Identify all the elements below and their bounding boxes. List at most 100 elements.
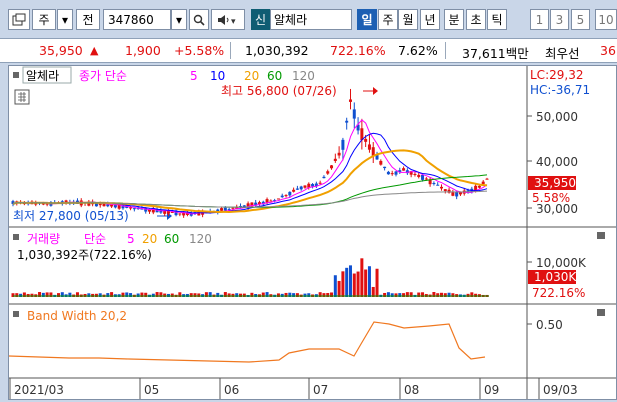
volume-bar: [341, 271, 345, 297]
candle-body: [421, 174, 425, 180]
stock-name-field[interactable]: 알체라: [270, 9, 352, 30]
panel-close-icon[interactable]: [597, 232, 605, 239]
volume-bar: [91, 293, 95, 297]
x-axis-label: 08: [404, 383, 419, 397]
x-axis-label: 05: [144, 383, 159, 397]
market-select[interactable]: 주: [32, 9, 56, 30]
volume-value-line: 1,030,392주(722.16%): [17, 248, 152, 262]
ma-legend-item: 10: [210, 69, 225, 83]
code-value: 347860: [108, 12, 154, 27]
ma-legend-item: 120: [292, 69, 315, 83]
candle-body: [379, 160, 383, 165]
volume-value: 1,030,392: [245, 43, 309, 58]
candle-body: [481, 181, 485, 184]
last-label: 최우선: [545, 46, 580, 61]
interval-button[interactable]: 1: [530, 9, 549, 30]
panel-handle-icon[interactable]: [13, 311, 19, 317]
volume-bar: [466, 293, 470, 297]
panel-close-icon[interactable]: [597, 309, 605, 316]
low-label: 최저 27,800 (05/13): [13, 209, 129, 223]
candle-body: [303, 185, 307, 188]
svg-text:▾: ▾: [231, 17, 236, 26]
x-axis-label: 2021/03: [14, 383, 64, 397]
lc-label: LC:29,32: [530, 68, 583, 82]
period-label: 전: [82, 13, 94, 27]
timeframe-button[interactable]: 일: [357, 9, 377, 30]
timeframe-button[interactable]: 초: [466, 9, 486, 30]
candle-body: [318, 182, 322, 184]
candle-body: [383, 166, 387, 169]
divider: [445, 42, 446, 59]
search-icon[interactable]: [189, 9, 209, 30]
timeframe-button[interactable]: 분: [444, 9, 464, 30]
quote-bar: 35,950 ▲ 1,900 +5.58% 1,030,392 722.16% …: [0, 38, 617, 63]
candle-body: [390, 173, 394, 175]
volume-bar: [356, 271, 360, 297]
last-volume-pct: 722.16%: [532, 286, 585, 300]
volume-legend-name: 거래량: [27, 232, 60, 246]
interval-button[interactable]: 5: [571, 9, 590, 30]
x-axis-label: 07: [313, 383, 328, 397]
last-value: 36: [600, 43, 616, 58]
x-axis-label: 09/03: [543, 383, 578, 397]
candle-body: [348, 99, 352, 102]
volume-ma-legend-item: 60: [164, 232, 179, 246]
volume-bar: [19, 293, 23, 297]
legend-ma-prefix: 종가 단순: [79, 69, 127, 83]
period-select[interactable]: 전: [76, 9, 100, 30]
market-dropdown-icon[interactable]: ▾: [57, 9, 73, 30]
candle-body: [231, 207, 235, 209]
timeframe-button[interactable]: 년: [420, 9, 440, 30]
candle-body: [295, 188, 299, 190]
volume-bar: [30, 293, 34, 297]
volume-bar: [375, 268, 379, 297]
volume-bar: [364, 269, 368, 297]
candle-body: [394, 171, 398, 175]
high-label: 최고 56,800 (07/26): [221, 84, 337, 98]
stock-name: 알체라: [274, 13, 308, 27]
candle-body: [132, 208, 136, 210]
candle-body: [402, 168, 406, 171]
candle-body: [364, 138, 368, 142]
candle-body: [432, 183, 436, 185]
code-dropdown-icon[interactable]: ▾: [171, 9, 187, 30]
candle-body: [352, 109, 356, 119]
code-input[interactable]: 347860: [103, 9, 171, 30]
divider: [230, 42, 231, 59]
candle-body: [436, 184, 440, 186]
candle-body: [292, 189, 296, 192]
candle-body: [477, 185, 481, 188]
volume-bar: [26, 293, 30, 297]
change-percent: +5.58%: [174, 43, 225, 58]
ma-legend-item: 20: [244, 69, 259, 83]
chart-type-icon[interactable]: [8, 9, 30, 30]
last-price-pct: 5.58%: [532, 191, 570, 205]
volume-legend-prefix: 단순: [84, 232, 106, 246]
interval-button[interactable]: 10: [595, 9, 617, 30]
candle-body: [413, 173, 417, 175]
timeframe-button[interactable]: 주: [378, 9, 398, 30]
interval-button[interactable]: 3: [550, 9, 569, 30]
candle-body: [443, 189, 447, 192]
candle-body: [276, 198, 280, 200]
candle-body: [311, 184, 315, 187]
badge-text: 신: [254, 13, 267, 27]
volume-ma-legend-item: 5: [127, 232, 135, 246]
candle-body: [341, 139, 345, 150]
candle-body: [98, 203, 102, 206]
timeframe-button[interactable]: 월: [398, 9, 418, 30]
candle-body: [424, 178, 428, 180]
volume-bar: [345, 267, 349, 297]
x-axis-label: 09: [484, 383, 499, 397]
panel-handle-icon[interactable]: [13, 72, 19, 78]
band-legend: Band Width 20,2: [27, 309, 127, 323]
timeframe-button[interactable]: 틱: [487, 9, 507, 30]
candle-body: [280, 195, 284, 198]
new-stock-badge: 신: [251, 9, 270, 30]
candle-body: [220, 208, 224, 211]
panel-handle-icon[interactable]: [13, 234, 19, 240]
chart-area[interactable]: 알체라 종가 단순 5 10 20 60 120 최고 56,800 (07/26) 최…: [8, 65, 617, 400]
candle-body: [439, 186, 443, 189]
candle-body: [178, 213, 182, 215]
speaker-icon[interactable]: ▾: [211, 9, 245, 30]
